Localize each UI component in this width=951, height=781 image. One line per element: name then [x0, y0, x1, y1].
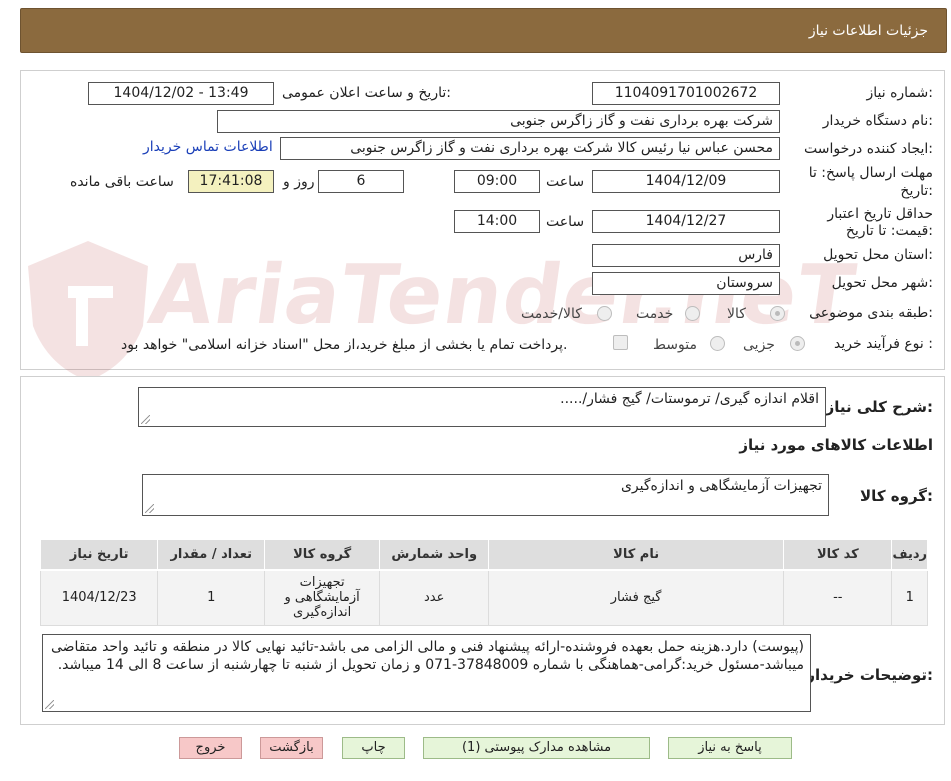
resize-grip-icon[interactable] — [45, 700, 54, 709]
back-button[interactable]: بازگشت — [260, 737, 323, 759]
deadline-time-field: 09:00 — [454, 170, 540, 193]
exit-button[interactable]: خروج — [179, 737, 242, 759]
cell-quantity: 1 — [157, 569, 266, 626]
page-title: جزئیات اطلاعات نیاز — [808, 23, 928, 39]
goods-group-textarea[interactable]: تجهیزات آزمایشگاهی و اندازه‌گیری — [142, 474, 829, 516]
cell-need-date: 1404/12/23 — [39, 569, 159, 626]
goods-table: ردیف کد کالا نام کالا واحد شمارش گروه کا… — [39, 539, 928, 626]
view-attachments-button[interactable]: مشاهده مدارک پیوستی (1) — [423, 737, 650, 759]
col-unit: واحد شمارش — [379, 539, 490, 571]
buyer-notes-textarea[interactable]: (پیوست) دارد.هزینه حمل بعهده فروشنده-ارا… — [42, 634, 811, 712]
remaining-label: ساعت باقی مانده — [70, 174, 174, 190]
category-radio-service[interactable] — [685, 306, 700, 321]
goods-table-header: ردیف کد کالا نام کالا واحد شمارش گروه کا… — [39, 539, 928, 571]
buyer-label: نام دستگاه خریدار: — [822, 113, 933, 129]
process-option-minor: جزیی — [743, 337, 775, 353]
goods-info-title: اطلاعات کالاهای مورد نیاز — [739, 436, 933, 454]
deadline-time-label: ساعت — [546, 174, 585, 190]
summary-text: اقلام اندازه گیری/ ترموستات/ گیج فشار/..… — [560, 391, 819, 407]
treasury-checkbox[interactable] — [613, 335, 628, 350]
validity-time-field: 14:00 — [454, 210, 540, 233]
goods-group-label: گروه کالا: — [860, 487, 933, 505]
table-row: 1 -- گیج فشار عدد تجهیزات آزمایشگاهی و ا… — [39, 569, 928, 626]
treasury-payment-note: پرداخت تمام یا بخشی از مبلغ خرید،از محل … — [121, 337, 568, 353]
validity-label-date: قیمت: تا تاریخ: — [845, 223, 933, 239]
category-label: طبقه بندی موضوعی: — [809, 305, 933, 321]
days-label: روز و — [283, 174, 315, 190]
cell-row-number: 1 — [891, 569, 928, 626]
deadline-label: مهلت ارسال پاسخ: تا — [808, 165, 933, 181]
category-option-goods: کالا — [727, 306, 746, 322]
page-header: جزئیات اطلاعات نیاز — [20, 8, 947, 53]
summary-textarea[interactable]: اقلام اندازه گیری/ ترموستات/ گیج فشار/..… — [138, 387, 826, 427]
col-need-date: تاریخ نیاز — [39, 539, 159, 571]
category-option-goods-service: کالا/خدمت — [521, 306, 582, 322]
need-number-label: شماره نیاز: — [866, 85, 933, 101]
resize-grip-icon[interactable] — [145, 504, 154, 513]
deadline-label-date: تاریخ: — [900, 183, 933, 199]
print-button[interactable]: چاپ — [342, 737, 405, 759]
buyer-contact-link[interactable]: اطلاعات تماس خریدار — [143, 139, 273, 155]
process-option-medium: متوسط — [653, 337, 697, 353]
reply-button[interactable]: پاسخ به نیاز — [668, 737, 792, 759]
col-quantity: تعداد / مقدار — [157, 539, 266, 571]
announce-datetime-field: 1404/12/02 - 13:49 — [88, 82, 274, 105]
creator-label: ایجاد کننده درخواست: — [804, 141, 933, 157]
validity-time-label: ساعت — [546, 214, 585, 230]
province-label: استان محل تحویل: — [823, 247, 933, 263]
validity-label: حداقل تاریخ اعتبار — [827, 206, 933, 222]
buyer-field: شرکت بهره برداری نفت و گاز زاگرس جنوبی — [217, 110, 780, 133]
buyer-notes-label: توضیحات خریدار: — [806, 666, 933, 684]
creator-field: محسن عباس نیا رئیس کالا شرکت بهره برداری… — [280, 137, 780, 160]
city-field: سروستان — [592, 272, 780, 295]
category-radio-goods-service[interactable] — [597, 306, 612, 321]
announce-label: تاریخ و ساعت اعلان عمومی: — [282, 85, 451, 101]
cell-goods-name: گیج فشار — [488, 569, 785, 626]
cell-goods-group: تجهیزات آزمایشگاهی و اندازه‌گیری — [264, 569, 381, 626]
cell-unit: عدد — [379, 569, 490, 626]
col-row-number: ردیف — [891, 539, 928, 571]
days-remaining-field: 6 — [318, 170, 404, 193]
category-radio-goods[interactable] — [770, 306, 785, 321]
need-number-field: 1104091701002672 — [592, 82, 780, 105]
remaining-time-field: 17:41:08 — [188, 170, 274, 193]
goods-group-text: تجهیزات آزمایشگاهی و اندازه‌گیری — [620, 478, 822, 494]
col-goods-code: کد کالا — [783, 539, 893, 571]
process-label: نوع فرآیند خرید : — [834, 336, 933, 352]
city-label: شهر محل تحویل: — [831, 275, 933, 291]
process-radio-minor[interactable] — [790, 336, 805, 351]
col-goods-group: گروه کالا — [264, 539, 381, 571]
col-goods-name: نام کالا — [488, 539, 785, 571]
category-option-service: خدمت — [636, 306, 674, 322]
process-radio-medium[interactable] — [710, 336, 725, 351]
province-field: فارس — [592, 244, 780, 267]
buyer-notes-text: (پیوست) دارد.هزینه حمل بعهده فروشنده-ارا… — [51, 639, 804, 673]
resize-grip-icon[interactable] — [141, 415, 150, 424]
cell-goods-code: -- — [783, 569, 893, 626]
summary-label: شرح کلی نیاز: — [825, 398, 933, 416]
deadline-date-field: 1404/12/09 — [592, 170, 780, 193]
validity-date-field: 1404/12/27 — [592, 210, 780, 233]
